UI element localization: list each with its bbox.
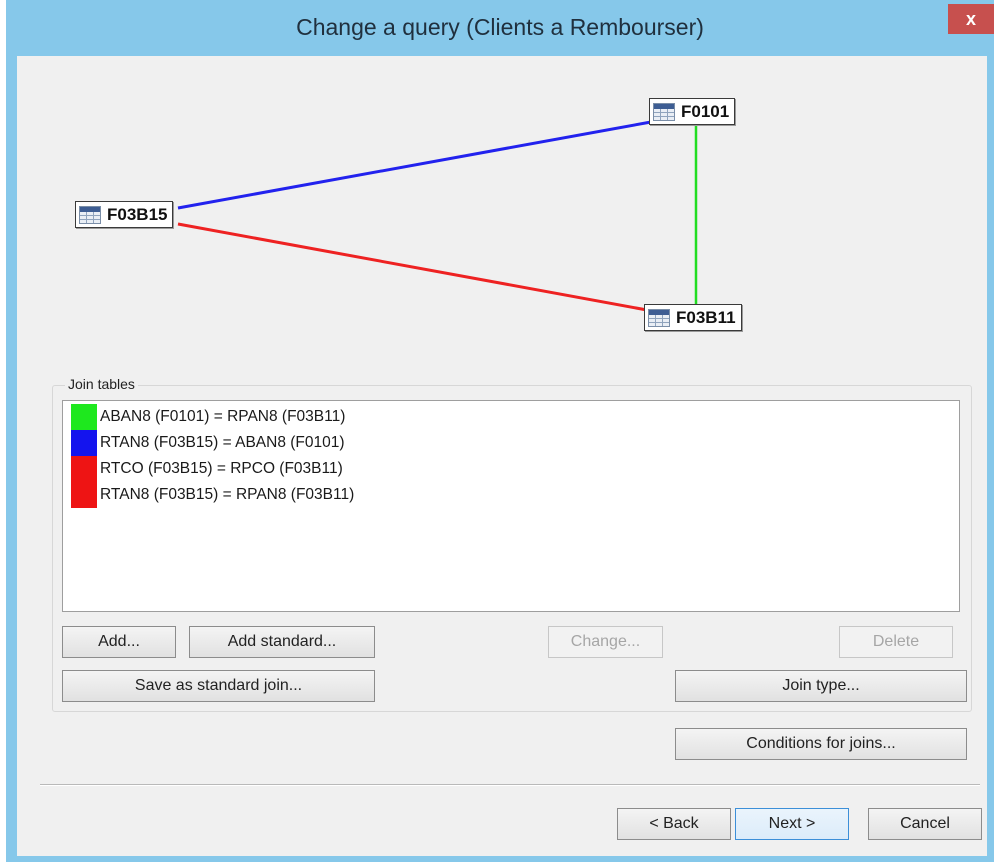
- table-icon: [653, 102, 675, 121]
- dialog-body: F0101 F03B15 F03B11 Join tables ABAN8 (F…: [17, 56, 987, 856]
- link-f03b15-f0101[interactable]: [177, 120, 652, 210]
- join-color-swatch: [71, 482, 97, 508]
- delete-button[interactable]: Delete: [839, 626, 953, 658]
- join-condition-text: RTAN8 (F03B15) = ABAN8 (F0101): [100, 434, 345, 451]
- conditions-for-joins-button[interactable]: Conditions for joins...: [675, 728, 967, 760]
- save-as-standard-join-button[interactable]: Save as standard join...: [62, 670, 375, 702]
- back-button[interactable]: < Back: [617, 808, 731, 840]
- join-list-item[interactable]: RTCO (F03B15) = RPCO (F03B11): [71, 456, 951, 482]
- table-icon: [79, 205, 101, 224]
- add-button[interactable]: Add...: [62, 626, 176, 658]
- footer-separator: [40, 784, 980, 786]
- dialog-window: Change a query (Clients a Rembourser) x …: [6, 0, 994, 862]
- join-color-swatch: [71, 456, 97, 482]
- join-color-swatch: [71, 404, 97, 430]
- table-node-label: F03B15: [107, 204, 168, 224]
- join-type-button[interactable]: Join type...: [675, 670, 967, 702]
- next-button[interactable]: Next >: [735, 808, 849, 840]
- cancel-button[interactable]: Cancel: [868, 808, 982, 840]
- link-f03b15-f03b11[interactable]: [177, 222, 648, 312]
- change-button[interactable]: Change...: [548, 626, 663, 658]
- table-icon: [648, 308, 670, 327]
- title-bar: Change a query (Clients a Rembourser) x: [6, 0, 994, 56]
- join-color-swatch: [71, 430, 97, 456]
- close-button[interactable]: x: [948, 4, 994, 34]
- join-diagram: F0101 F03B15 F03B11: [17, 56, 987, 376]
- join-list[interactable]: ABAN8 (F0101) = RPAN8 (F03B11) RTAN8 (F0…: [62, 400, 960, 612]
- table-node-f03b11[interactable]: F03B11: [644, 304, 742, 331]
- join-tables-label: Join tables: [65, 376, 138, 392]
- join-condition-text: ABAN8 (F0101) = RPAN8 (F03B11): [100, 408, 346, 425]
- table-node-f03b15[interactable]: F03B15: [75, 201, 174, 228]
- table-node-label: F0101: [681, 101, 730, 121]
- join-condition-text: RTAN8 (F03B15) = RPAN8 (F03B11): [100, 486, 355, 503]
- table-node-f0101[interactable]: F0101: [649, 98, 736, 125]
- join-list-item[interactable]: ABAN8 (F0101) = RPAN8 (F03B11): [71, 404, 951, 430]
- window-title: Change a query (Clients a Rembourser): [296, 14, 704, 40]
- add-standard-button[interactable]: Add standard...: [189, 626, 375, 658]
- join-list-item[interactable]: RTAN8 (F03B15) = ABAN8 (F0101): [71, 430, 951, 456]
- table-node-label: F03B11: [676, 307, 736, 327]
- join-condition-text: RTCO (F03B15) = RPCO (F03B11): [100, 460, 343, 477]
- join-list-item[interactable]: RTAN8 (F03B15) = RPAN8 (F03B11): [71, 482, 951, 508]
